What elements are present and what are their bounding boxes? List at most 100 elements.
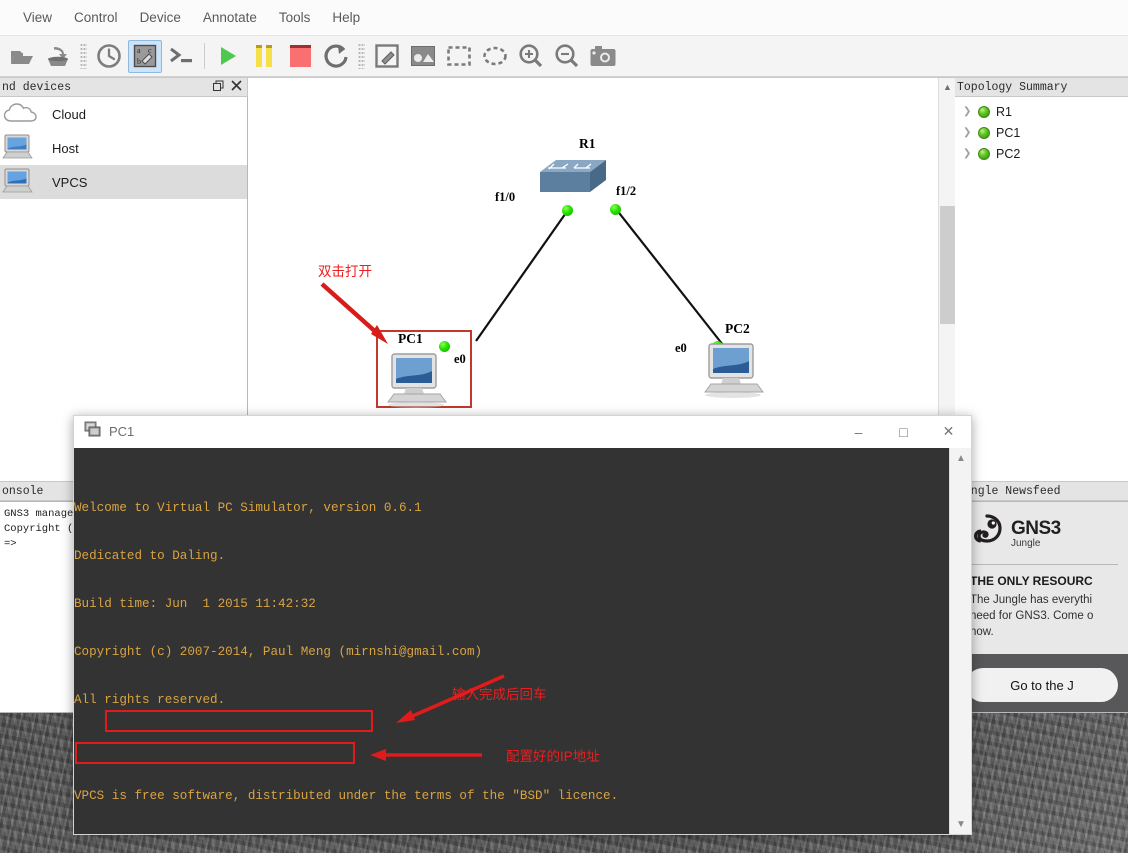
- highlight-box-assigned-ip: [75, 742, 355, 764]
- end-devices-dock-title-text: nd devices: [2, 80, 72, 94]
- svg-text:c: c: [148, 46, 152, 55]
- host-pc-icon: [2, 132, 42, 165]
- toolbar-grip[interactable]: [80, 43, 87, 69]
- node-r1[interactable]: [532, 156, 612, 209]
- topology-node-r1-label: R1: [996, 104, 1012, 119]
- save-project-icon[interactable]: [41, 40, 75, 73]
- start-all-icon[interactable]: [211, 40, 245, 73]
- link-status-dot-r1-pc2: [610, 204, 621, 215]
- topology-node-pc2[interactable]: ❯ PC2: [955, 143, 1128, 164]
- highlight-box-command: [105, 710, 373, 732]
- topology-node-pc2-label: PC2: [996, 146, 1021, 161]
- node-pc2[interactable]: [703, 340, 765, 407]
- topology-summary-title: Topology Summary: [955, 77, 1128, 97]
- open-project-icon[interactable]: [5, 40, 39, 73]
- status-led-running: [978, 105, 990, 118]
- terminal-annotation-text-1: 输入完成后回车: [452, 687, 547, 702]
- cloud-icon: [2, 99, 42, 130]
- terminal-line: Copyright (c) 2007-2014, Paul Meng (mirn…: [74, 645, 483, 659]
- close-icon[interactable]: ✕: [926, 416, 971, 448]
- newsfeed-card: GNS3 Jungle THE ONLY RESOURC The Jungle …: [956, 502, 1128, 654]
- menu-bar: View Control Device Annotate Tools Help: [0, 0, 1128, 36]
- jungle-newsfeed-body[interactable]: GNS3 Jungle THE ONLY RESOURC The Jungle …: [955, 501, 1128, 713]
- gns3-chameleon-logo-icon: [970, 514, 1004, 553]
- zoom-out-icon[interactable]: [550, 40, 584, 73]
- pc1-terminal-output[interactable]: Welcome to Virtual PC Simulator, version…: [74, 448, 949, 834]
- pc1-terminal-window[interactable]: PC1 – □ ✕ Welcome to Virtual PC Simulato…: [73, 415, 972, 835]
- newsfeed-cta-wrap: Go to the J: [956, 654, 1128, 712]
- terminal-line: Welcome to Virtual PC Simulator, version…: [74, 501, 422, 515]
- menu-help[interactable]: Help: [321, 6, 371, 29]
- device-item-host[interactable]: Host: [0, 131, 247, 165]
- jungle-newsfeed-dock: Jungle Newsfeed GNS3 Jungle THE ONLY RES…: [955, 481, 1128, 713]
- main-toolbar: a c b: [0, 36, 1128, 77]
- screenshot-icon[interactable]: [586, 40, 620, 73]
- pc1-terminal-screen[interactable]: Welcome to Virtual PC Simulator, version…: [74, 448, 971, 834]
- insert-image-icon[interactable]: [406, 40, 440, 73]
- status-led-running: [978, 147, 990, 160]
- port-label-pc1-e0: e0: [454, 352, 466, 366]
- jungle-newsfeed-title: Jungle Newsfeed: [955, 481, 1128, 501]
- chevron-right-icon[interactable]: ❯: [963, 127, 972, 138]
- chevron-right-icon[interactable]: ❯: [963, 106, 972, 117]
- status-led-running: [978, 126, 990, 139]
- pc1-terminal-title-text: PC1: [109, 424, 135, 439]
- gns3-brand-sub-text: Jungle: [1011, 537, 1041, 549]
- svg-text:b: b: [137, 57, 141, 66]
- edit-note-icon[interactable]: [370, 40, 404, 73]
- svg-text:a: a: [137, 46, 141, 55]
- console-prompt-icon[interactable]: [164, 40, 198, 73]
- device-item-cloud[interactable]: Cloud: [0, 97, 247, 131]
- chevron-right-icon[interactable]: ❯: [963, 148, 972, 159]
- newsfeed-headline: THE ONLY RESOURC: [970, 574, 1093, 588]
- menu-control[interactable]: Control: [63, 6, 129, 29]
- link-status-dot-r1-pc1: [562, 205, 573, 216]
- port-label-f1-2: f1/2: [616, 184, 637, 198]
- terminal-line: VPCS is free software, distributed under…: [74, 789, 619, 803]
- canvas-scroll-thumb[interactable]: [940, 206, 955, 324]
- restore-icon[interactable]: [213, 80, 224, 95]
- terminal-annotation-arrow-2: [370, 749, 482, 761]
- menu-annotate[interactable]: Annotate: [192, 6, 268, 29]
- maximize-icon[interactable]: □: [881, 416, 926, 448]
- menu-view[interactable]: View: [12, 6, 63, 29]
- scroll-up-icon[interactable]: ▲: [950, 448, 971, 468]
- stop-all-icon[interactable]: [283, 40, 317, 73]
- draw-ellipse-icon[interactable]: [478, 40, 512, 73]
- menu-tools[interactable]: Tools: [268, 6, 322, 29]
- topology-node-pc1[interactable]: ❯ PC1: [955, 122, 1128, 143]
- port-label-f1-0: f1/0: [495, 190, 516, 204]
- scroll-up-icon[interactable]: ▲: [939, 78, 956, 95]
- gns3-logo-row: GNS3 Jungle: [970, 514, 1118, 553]
- canvas-annotation-arrow: [320, 282, 388, 344]
- newsfeed-body-text: The Jungle has everythi need for GNS3. C…: [970, 594, 1094, 638]
- reload-all-icon[interactable]: [319, 40, 353, 73]
- close-icon[interactable]: [231, 79, 242, 95]
- draw-rectangle-icon[interactable]: [442, 40, 476, 73]
- port-label-pc2-e0: e0: [675, 341, 687, 355]
- device-item-vpcs[interactable]: VPCS: [0, 165, 247, 199]
- end-devices-dock-title: nd devices: [0, 77, 248, 97]
- scroll-down-icon[interactable]: ▼: [950, 814, 971, 834]
- device-item-cloud-label: Cloud: [52, 106, 86, 122]
- console-dock-title-text: onsole: [2, 484, 44, 498]
- minimize-icon[interactable]: –: [836, 416, 881, 448]
- device-item-host-label: Host: [52, 140, 79, 156]
- device-item-vpcs-label: VPCS: [52, 174, 88, 190]
- menu-device[interactable]: Device: [129, 6, 192, 29]
- topology-node-pc1-label: PC1: [996, 125, 1021, 140]
- topology-node-r1[interactable]: ❯ R1: [955, 101, 1128, 122]
- terminal-app-icon: [84, 421, 101, 443]
- node-r1-label: R1: [579, 136, 596, 151]
- add-note-icon[interactable]: a c b: [128, 39, 162, 73]
- pc1-terminal-titlebar[interactable]: PC1 – □ ✕: [74, 416, 971, 448]
- vpcs-pc-icon: [2, 166, 42, 199]
- newsfeed-divider: [970, 564, 1118, 565]
- toolbar-separator: [204, 43, 205, 69]
- terminal-scrollbar[interactable]: ▲ ▼: [949, 448, 971, 834]
- snapshot-clock-icon[interactable]: [92, 40, 126, 73]
- go-to-jungle-button[interactable]: Go to the J: [966, 668, 1118, 702]
- toolbar-grip-2[interactable]: [358, 43, 365, 69]
- zoom-in-icon[interactable]: [514, 40, 548, 73]
- pause-all-icon[interactable]: [247, 40, 281, 73]
